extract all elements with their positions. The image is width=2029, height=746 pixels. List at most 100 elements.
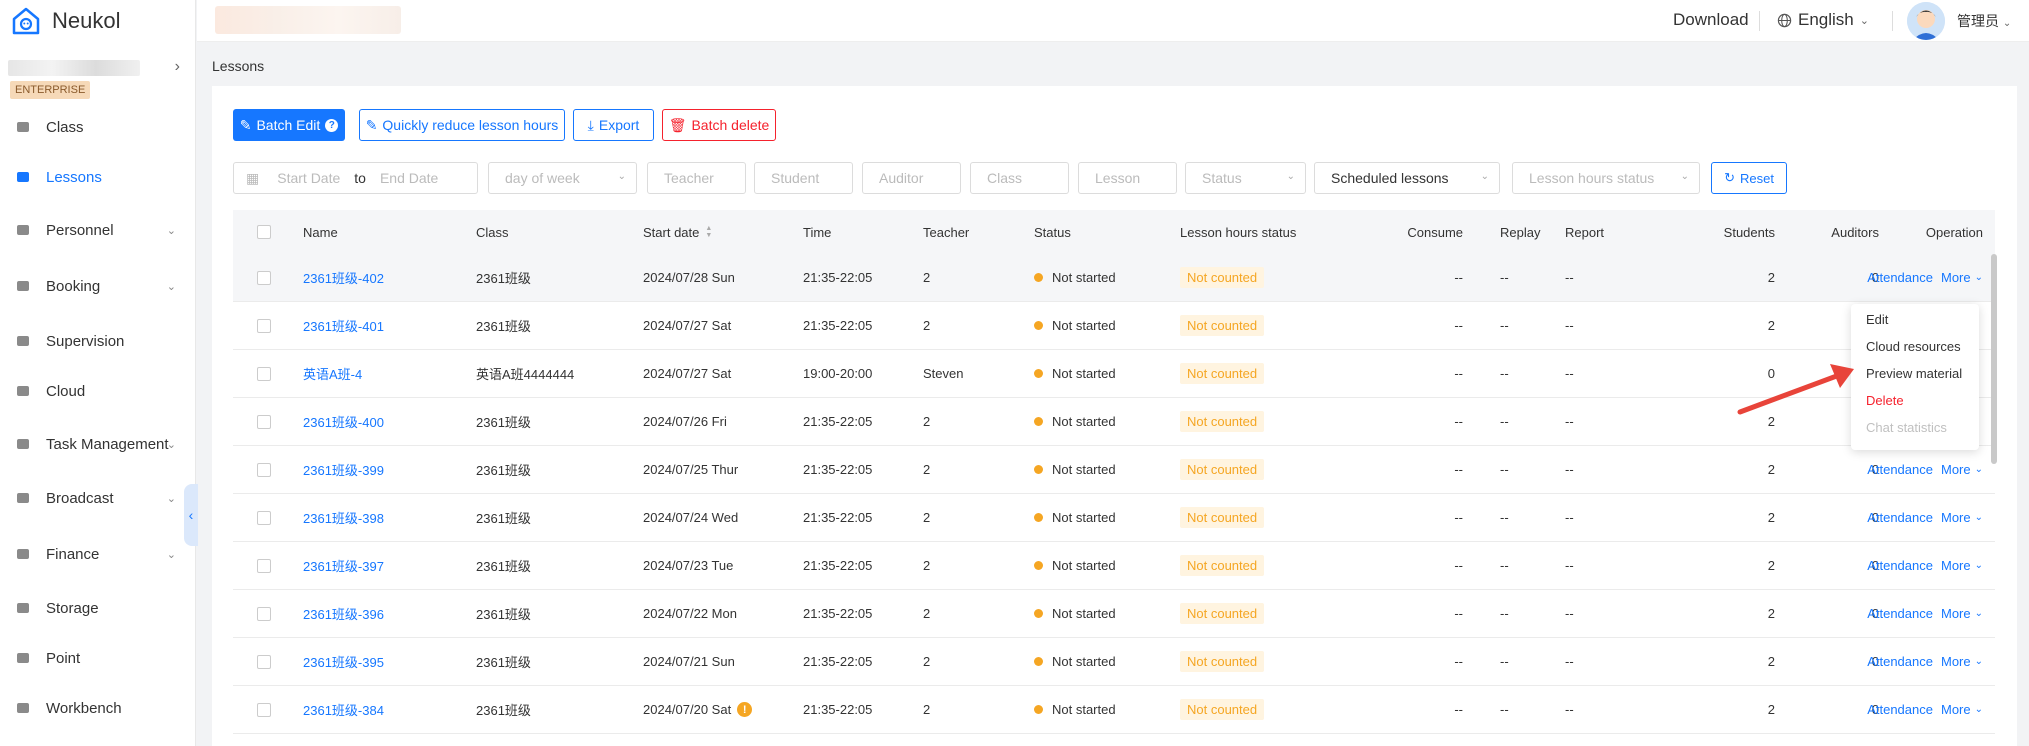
lesson-input[interactable]: Lesson xyxy=(1078,162,1177,194)
sidebar-item-workbench[interactable]: Workbench xyxy=(0,693,196,723)
lesson-name-link[interactable]: 2361班级-398 xyxy=(303,494,384,541)
attendance-link[interactable]: Attendance xyxy=(1867,702,1933,717)
menu-item-delete[interactable]: Delete xyxy=(1866,393,1904,408)
help-icon[interactable]: ? xyxy=(325,118,339,132)
sidebar-item-class[interactable]: Class xyxy=(0,112,196,142)
start-date-input[interactable]: Start Date xyxy=(277,170,340,186)
warning-icon[interactable]: ! xyxy=(737,702,753,717)
lesson-name-link[interactable]: 2361班级-397 xyxy=(303,542,384,589)
more-dropdown[interactable]: More ⌄ xyxy=(1941,702,1983,717)
language-select[interactable]: English ⌄ xyxy=(1777,10,1869,30)
more-dropdown[interactable]: More ⌄ xyxy=(1941,558,1983,573)
lesson-name-link[interactable]: 2361班级-402 xyxy=(303,254,384,301)
edit-pen-icon: ✎ xyxy=(365,116,378,133)
avatar[interactable] xyxy=(1907,2,1945,40)
table-row[interactable]: 2361班级-399 2361班级 2024/07/25 Thur 21:35-22:… xyxy=(233,446,1995,494)
table-row[interactable]: 2361班级-398 2361班级 2024/07/24 Wed 21:35-22:0… xyxy=(233,494,1995,542)
row-checkbox[interactable] xyxy=(257,494,271,541)
row-checkbox[interactable] xyxy=(257,302,271,349)
date-range-picker[interactable]: ▦ Start Date to End Date xyxy=(233,162,478,194)
lesson-name-link[interactable]: 英语A班-4 xyxy=(303,350,362,397)
menu-item-preview-material[interactable]: Preview material xyxy=(1866,366,1962,381)
more-dropdown[interactable]: More ⌄ xyxy=(1941,510,1983,525)
day-of-week-select[interactable]: day of week ⌄ xyxy=(488,162,637,194)
sidebar-item-lessons[interactable]: Lessons xyxy=(0,162,196,192)
report-cell: -- xyxy=(1565,318,1574,333)
menu-item-edit[interactable]: Edit xyxy=(1866,312,1888,327)
lesson-name-link[interactable]: 2361班级-399 xyxy=(303,446,384,493)
sidebar-item-supervision[interactable]: Supervision xyxy=(0,326,196,356)
sidebar-item-personnel[interactable]: Personnel ⌄ xyxy=(0,215,196,245)
status-select[interactable]: Status ⌄ xyxy=(1185,162,1306,194)
logo[interactable]: Neukol xyxy=(10,4,120,38)
teacher-input[interactable]: Teacher xyxy=(647,162,746,194)
export-button[interactable]: ⤓ Export xyxy=(573,109,654,141)
lesson-name-link[interactable]: 2361班级-395 xyxy=(303,638,384,685)
table-row[interactable]: 2361班级-397 2361班级 2024/07/23 Tue 21:35-22:0… xyxy=(233,542,1995,590)
download-link[interactable]: Download xyxy=(1673,10,1749,30)
end-date-input[interactable]: End Date xyxy=(380,170,438,186)
table-row[interactable]: 2361班级-395 2361班级 2024/07/21 Sun 21:35-22:0… xyxy=(233,638,1995,686)
row-checkbox[interactable] xyxy=(257,542,271,589)
batch-edit-button[interactable]: ✎ Batch Edit ? xyxy=(233,109,345,141)
students-cell: 2 xyxy=(1767,654,1775,669)
start-date-value: 2024/07/23 Tue xyxy=(643,558,734,573)
attendance-link[interactable]: Attendance xyxy=(1867,654,1933,669)
more-dropdown[interactable]: More ⌄ xyxy=(1941,606,1983,621)
more-dropdown[interactable]: More ⌄ xyxy=(1941,462,1983,477)
col-start-date[interactable]: Start date ▲ ▼ xyxy=(643,210,712,254)
org-switcher[interactable]: › xyxy=(8,58,180,78)
table-row[interactable]: 2361班级-396 2361班级 2024/07/22 Mon 21:35-22:0… xyxy=(233,590,1995,638)
status-dot-icon xyxy=(1034,321,1043,330)
sort-icon[interactable]: ▲ ▼ xyxy=(705,225,712,239)
select-all-checkbox[interactable] xyxy=(257,210,271,254)
scheduled-lessons-select[interactable]: Scheduled lessons ⌄ xyxy=(1314,162,1500,194)
teacher-cell: 2 xyxy=(923,414,931,429)
teacher-cell: 2 xyxy=(923,654,931,669)
attendance-link[interactable]: Attendance xyxy=(1867,558,1933,573)
student-input[interactable]: Student xyxy=(754,162,853,194)
sidebar-item-cloud[interactable]: Cloud xyxy=(0,376,196,406)
row-checkbox[interactable] xyxy=(257,254,271,301)
row-checkbox[interactable] xyxy=(257,590,271,637)
sidebar-item-point[interactable]: Point xyxy=(0,643,196,673)
class-input[interactable]: Class xyxy=(970,162,1069,194)
batch-delete-button[interactable]: 🗑 Batch delete xyxy=(662,109,776,141)
lesson-name-link[interactable]: 2361班级-384 xyxy=(303,686,384,733)
more-dropdown[interactable]: More ⌄ xyxy=(1941,270,1983,285)
attendance-link[interactable]: Attendance xyxy=(1867,462,1933,477)
attendance-link[interactable]: Attendance xyxy=(1867,606,1933,621)
attendance-link[interactable]: Attendance xyxy=(1867,270,1933,285)
more-dropdown[interactable]: More ⌄ xyxy=(1941,654,1983,669)
row-checkbox[interactable] xyxy=(257,350,271,397)
user-menu[interactable]: 管理员 ⌄ xyxy=(1957,11,2011,31)
row-checkbox[interactable] xyxy=(257,446,271,493)
lesson-hours-status-select[interactable]: Lesson hours status ⌄ xyxy=(1512,162,1700,194)
day-of-week-placeholder: day of week xyxy=(505,170,580,186)
table-row[interactable]: 2361班级-384 2361班级 2024/07/20 Sat! 21:35-22:… xyxy=(233,686,1995,734)
row-checkbox[interactable] xyxy=(257,638,271,685)
divider xyxy=(1892,11,1893,31)
lesson-name-link[interactable]: 2361班级-401 xyxy=(303,302,384,349)
row-checkbox[interactable] xyxy=(257,398,271,445)
menu-item-cloud-resources[interactable]: Cloud resources xyxy=(1866,339,1961,354)
collapse-sidebar-handle[interactable]: ‹ xyxy=(184,484,198,546)
sidebar-item-task-management[interactable]: Task Management ⌄ xyxy=(0,429,196,459)
sidebar-item-storage[interactable]: Storage xyxy=(0,593,196,623)
lesson-name-link[interactable]: 2361班级-396 xyxy=(303,590,384,637)
lesson-name-link[interactable]: 2361班级-400 xyxy=(303,398,384,445)
table-scrollbar[interactable] xyxy=(1991,254,1997,464)
table-row[interactable]: 2361班级-401 2361班级 2024/07/27 Sat 21:35-22:0… xyxy=(233,302,1995,350)
sidebar-item-booking[interactable]: Booking ⌄ xyxy=(0,271,196,301)
personnel-icon xyxy=(16,223,30,237)
sidebar-item-broadcast[interactable]: Broadcast ⌄ xyxy=(0,483,196,513)
auditor-input[interactable]: Auditor xyxy=(862,162,961,194)
row-checkbox[interactable] xyxy=(257,686,271,733)
table-row[interactable]: 2361班级-402 2361班级 2024/07/28 Sun 21:35-22:0… xyxy=(233,254,1995,302)
task-icon xyxy=(16,437,30,451)
attendance-link[interactable]: Attendance xyxy=(1867,510,1933,525)
reduce-hours-button[interactable]: ✎ Quickly reduce lesson hours xyxy=(359,109,565,141)
sidebar-item-finance[interactable]: Finance ⌄ xyxy=(0,539,196,569)
start-date-value: 2024/07/21 Sun xyxy=(643,654,735,669)
reset-button[interactable]: ↻ Reset xyxy=(1711,162,1787,194)
